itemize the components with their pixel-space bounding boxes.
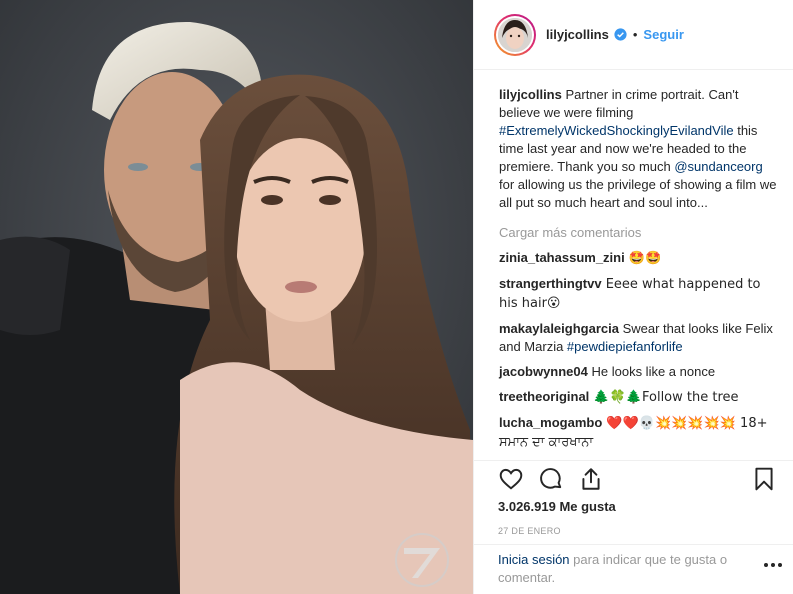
likes-count[interactable]: 3.026.919 Me gusta xyxy=(498,499,777,514)
post-header: lilyjcollins • Seguir xyxy=(474,0,793,70)
heart-icon[interactable] xyxy=(498,466,524,492)
comment-text: He looks like a nonce xyxy=(587,364,716,379)
post-date[interactable]: 27 DE ENERO xyxy=(498,526,777,536)
comment-icon[interactable] xyxy=(538,466,564,492)
comment-username[interactable]: lucha_mogambo xyxy=(499,415,602,430)
avatar-image xyxy=(498,17,532,52)
more-options-icon[interactable] xyxy=(763,562,783,568)
comment-item: strangerthingtvv Eeee what happened to h… xyxy=(499,275,781,313)
load-more-comments-button[interactable]: Cargar más comentarios xyxy=(499,224,781,242)
comment-item: treetheoriginal 🌲🍀🌲Follow the tree xyxy=(499,388,781,407)
caption-mention-link[interactable]: @sundanceorg xyxy=(674,159,762,174)
caption-username[interactable]: lilyjcollins xyxy=(499,87,562,102)
action-icons-row xyxy=(498,463,777,495)
follow-button[interactable]: Seguir xyxy=(643,27,683,42)
post-caption: lilyjcollins Partner in crime portrait. … xyxy=(499,86,781,212)
instagram-post: lilyjcollins • Seguir lilyjcollins Partn… xyxy=(0,0,793,594)
watermark-logo xyxy=(395,533,449,587)
post-side-panel: lilyjcollins • Seguir lilyjcollins Partn… xyxy=(473,0,793,594)
comment-item: makaylaleighgarcia Swear that looks like… xyxy=(499,320,781,356)
portrait-illustration xyxy=(0,0,473,594)
comment-username[interactable]: strangerthingtvv xyxy=(499,276,602,291)
bookmark-icon[interactable] xyxy=(751,466,777,492)
caption-hashtag-link[interactable]: #ExtremelyWickedShockinglyEvilandVile xyxy=(499,123,734,138)
login-prompt: Inicia sesión para indicar que te gusta … xyxy=(474,544,793,587)
comment-username[interactable]: makaylaleighgarcia xyxy=(499,321,619,336)
comment-item: zinia_tahassum_zini 🤩🤩 xyxy=(499,249,781,268)
share-icon[interactable] xyxy=(578,466,604,492)
comment-username[interactable]: jacobwynne04 xyxy=(499,364,588,379)
separator-dot: • xyxy=(632,27,638,42)
comment-item: jacobwynne04 He looks like a nonce xyxy=(499,363,781,381)
avatar[interactable] xyxy=(494,13,536,56)
caption-text-3: for allowing us the privilege of showing… xyxy=(499,177,777,210)
post-username[interactable]: lilyjcollins xyxy=(546,27,609,42)
comments-area[interactable]: lilyjcollins Partner in crime portrait. … xyxy=(474,70,793,460)
comment-hashtag-link[interactable]: #pewdiepiefanforlife xyxy=(567,339,683,354)
comment-text: 🌲🍀🌲Follow the tree xyxy=(589,390,739,405)
login-link[interactable]: Inicia sesión xyxy=(498,552,570,567)
comment-item: lucha_mogambo ❤️❤️💀💥💥💥💥💥 18+ ਸਮਾਨ ਦਾ ਕਾਰ… xyxy=(499,414,781,452)
comment-username[interactable]: treetheoriginal xyxy=(499,389,589,404)
post-photo[interactable] xyxy=(0,0,473,594)
verified-badge-icon xyxy=(614,28,627,41)
comment-text: 🤩🤩 xyxy=(624,251,662,266)
comment-username[interactable]: zinia_tahassum_zini xyxy=(499,250,625,265)
post-actions: 3.026.919 Me gusta 27 DE ENERO xyxy=(474,460,793,536)
